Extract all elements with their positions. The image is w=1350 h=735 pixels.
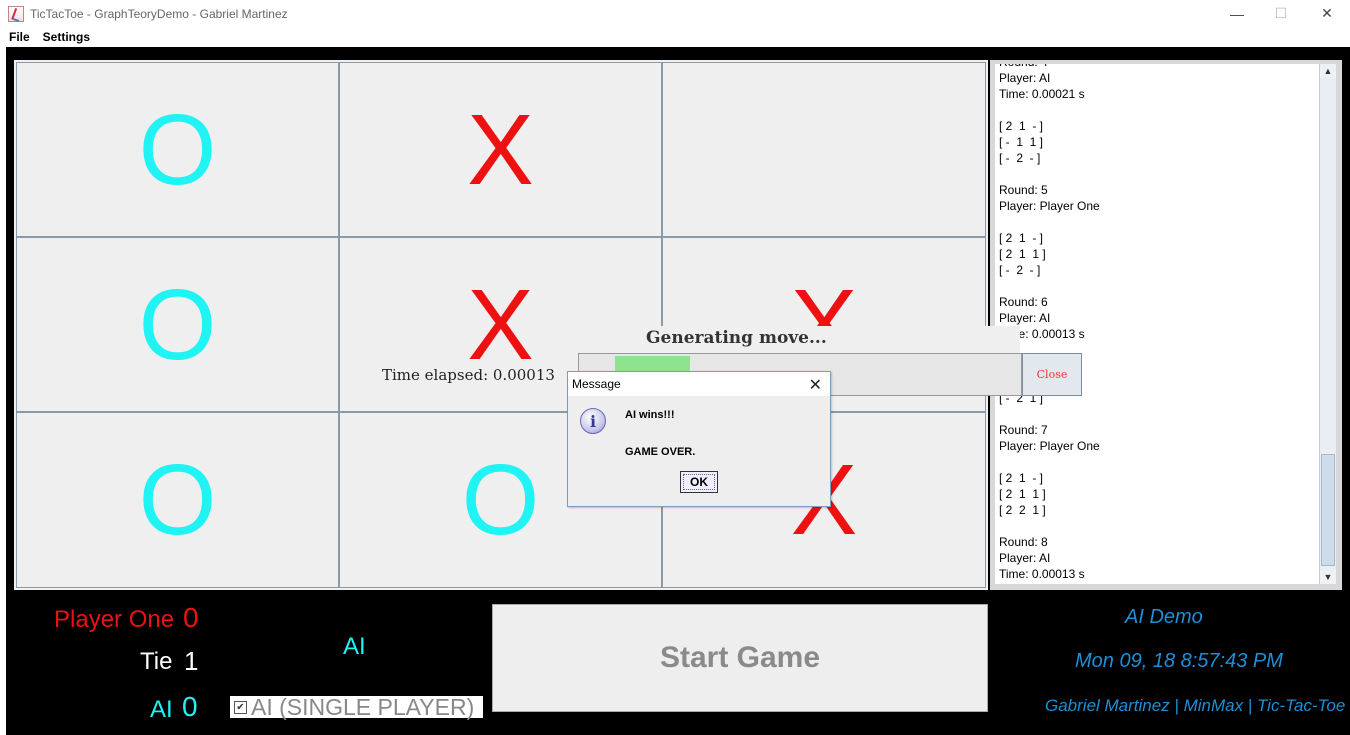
- checkbox-icon[interactable]: ✔: [234, 700, 247, 714]
- tie-score: 1: [184, 646, 199, 676]
- ok-button[interactable]: OK: [680, 471, 718, 493]
- close-icon[interactable]: ✕: [1304, 0, 1350, 27]
- datetime: Mon 09, 18 8:57:43 PM: [1075, 650, 1283, 672]
- board-cell-3[interactable]: [662, 62, 986, 237]
- progress-label: Generating move...: [646, 328, 827, 348]
- board-cell-7[interactable]: O: [16, 412, 339, 588]
- ai-score: 0: [182, 691, 198, 722]
- cell-mark: O: [138, 268, 217, 381]
- player-one-score: 0: [183, 602, 199, 633]
- scroll-down-icon[interactable]: ▼: [1320, 570, 1336, 584]
- move-log-text: Round: 4 Player: AI Time: 0.00021 s [ 2 …: [999, 64, 1100, 581]
- dialog-message: AI wins!!!: [625, 409, 675, 421]
- log-scrollbar[interactable]: ▲ ▼: [1319, 64, 1336, 584]
- dialog-close-icon[interactable]: ✕: [809, 375, 822, 395]
- cell-mark: O: [138, 93, 217, 206]
- dialog-titlebar: Message ✕: [568, 372, 830, 396]
- mode-title: AI Demo: [1125, 606, 1203, 628]
- ai-label: AI: [150, 696, 173, 723]
- game-board: O X O X X O O X: [16, 62, 986, 588]
- cell-mark: O: [138, 444, 217, 556]
- info-icon: i: [580, 408, 606, 434]
- time-elapsed: Time elapsed: 0.00013: [382, 366, 555, 384]
- left-edge: [0, 47, 6, 735]
- progress-close-button[interactable]: Close: [1022, 353, 1082, 396]
- board-cell-4[interactable]: O: [16, 237, 339, 412]
- window-titlebar: TicTacToe - GraphTeoryDemo - Gabriel Mar…: [0, 0, 1350, 27]
- cell-mark: X: [467, 268, 534, 381]
- tie-label: Tie: [140, 648, 173, 675]
- current-player-label: AI: [343, 633, 366, 660]
- board-cell-1[interactable]: O: [16, 62, 339, 237]
- menu-settings[interactable]: Settings: [43, 30, 90, 44]
- java-app-icon: [8, 5, 24, 22]
- cell-mark: X: [467, 93, 534, 206]
- board-cell-2[interactable]: X: [339, 62, 662, 237]
- maximize-icon[interactable]: ☐: [1258, 0, 1304, 27]
- scroll-up-icon[interactable]: ▲: [1320, 64, 1336, 78]
- start-game-button[interactable]: Start Game: [492, 604, 988, 712]
- mode-label: AI (SINGLE PLAYER): [251, 693, 475, 720]
- minimize-icon[interactable]: —: [1214, 0, 1260, 27]
- cell-mark: O: [461, 444, 540, 556]
- mode-checkbox[interactable]: ✔ AI (SINGLE PLAYER): [230, 693, 483, 720]
- move-log: Round: 4 Player: AI Time: 0.00021 s [ 2 …: [995, 64, 1319, 584]
- player-one-label: Player One: [54, 606, 175, 633]
- message-dialog: Message ✕ i AI wins!!! GAME OVER. OK: [567, 371, 831, 507]
- credits: Gabriel Martinez | MinMax | Tic-Tac-Toe: [1045, 696, 1346, 715]
- menu-bar: File Settings: [0, 27, 1350, 47]
- menu-file[interactable]: File: [9, 30, 30, 44]
- window-title: TicTacToe - GraphTeoryDemo - Gabriel Mar…: [30, 6, 288, 21]
- scroll-thumb[interactable]: [1321, 454, 1335, 566]
- dialog-message-2: GAME OVER.: [625, 446, 696, 458]
- dialog-title: Message: [572, 377, 621, 391]
